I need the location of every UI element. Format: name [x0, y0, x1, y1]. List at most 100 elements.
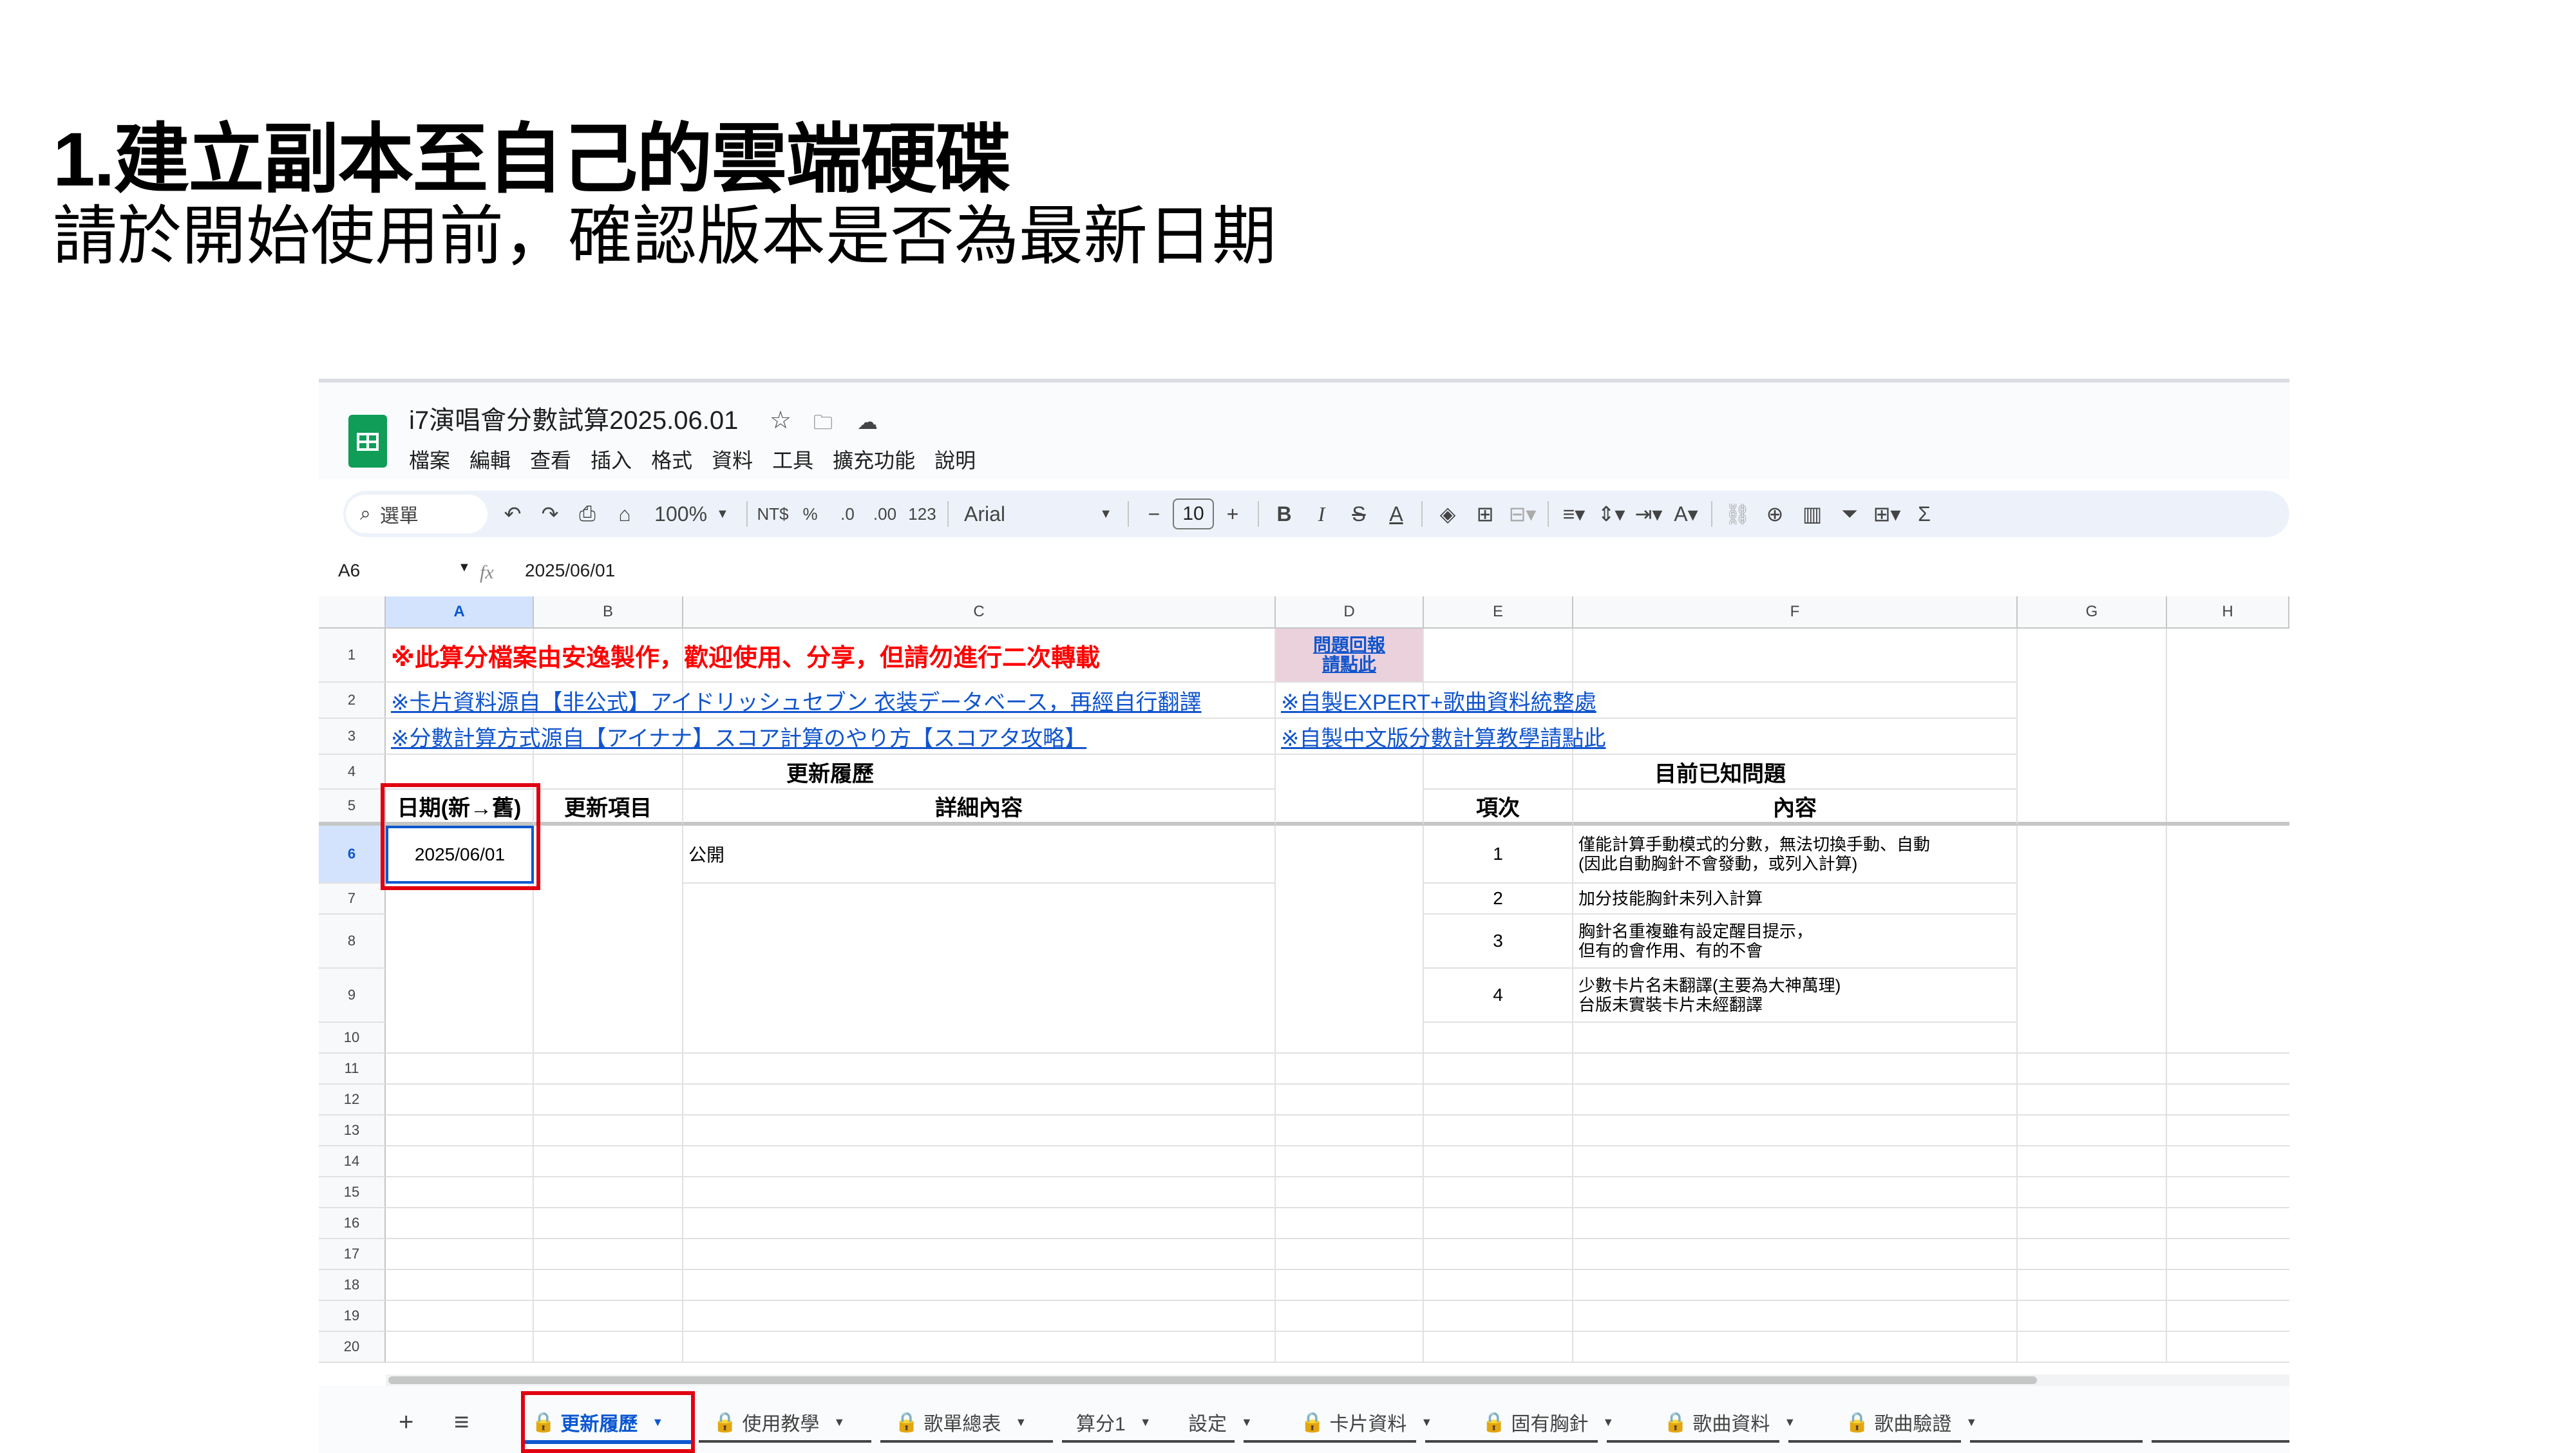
menu-help[interactable]: 說明: [934, 444, 976, 474]
sheet-tab-fixed-brooch[interactable]: 🔒 固有胸針 ▼: [1482, 1403, 1614, 1441]
column-header-b[interactable]: B: [534, 596, 683, 629]
move-folder-icon[interactable]: 🗀: [813, 410, 833, 437]
sheets-logo-icon[interactable]: [348, 415, 387, 468]
menu-insert[interactable]: 插入: [591, 444, 632, 474]
strikethrough-icon[interactable]: S: [1340, 495, 1378, 533]
menu-tools[interactable]: 工具: [772, 444, 813, 474]
horizontal-scrollbar[interactable]: [386, 1374, 2289, 1386]
row-header[interactable]: 1: [319, 629, 386, 683]
cell[interactable]: [1276, 790, 1424, 826]
sheet-tab-song-data[interactable]: 🔒 歌曲資料 ▼: [1663, 1403, 1795, 1441]
filter-icon[interactable]: ⏷: [1831, 495, 1868, 533]
row-header[interactable]: 10: [319, 1023, 386, 1054]
detail-column-header[interactable]: 詳細內容: [683, 790, 1276, 826]
menu-view[interactable]: 查看: [530, 444, 571, 474]
row-header[interactable]: 12: [319, 1085, 386, 1116]
decrease-font-size-icon[interactable]: −: [1135, 495, 1173, 533]
borders-icon[interactable]: ⊞: [1466, 495, 1504, 533]
menu-format[interactable]: 格式: [651, 444, 692, 474]
issue-text[interactable]: 加分技能胸針未列入計算: [1573, 884, 2018, 915]
bold-icon[interactable]: B: [1265, 495, 1303, 533]
document-title[interactable]: i7演唱會分數試算2025.06.01: [409, 404, 738, 437]
percent-format-button[interactable]: %: [791, 495, 829, 533]
row-header[interactable]: 17: [319, 1239, 386, 1270]
filter-views-icon[interactable]: ⊞▾: [1868, 495, 1906, 533]
cell-d3-tutorial-link[interactable]: ※自製中文版分數計算教學請點此: [1276, 719, 2018, 755]
insert-link-icon[interactable]: ⛓: [1719, 495, 1756, 533]
row-header[interactable]: 15: [319, 1177, 386, 1208]
issue-number[interactable]: 1: [1424, 826, 1573, 884]
row-header[interactable]: 13: [319, 1116, 386, 1146]
known-issues-header[interactable]: 目前已知問題: [1424, 755, 2018, 790]
sheet-tab-song-list[interactable]: 🔒 歌單總表 ▼: [895, 1403, 1027, 1441]
insert-chart-icon[interactable]: ▥: [1794, 495, 1831, 533]
horizontal-align-icon[interactable]: ≡▾: [1555, 495, 1593, 533]
functions-icon[interactable]: Σ: [1906, 495, 1943, 533]
row-header[interactable]: 4: [319, 755, 386, 790]
cell[interactable]: [1573, 629, 2018, 683]
zoom-select[interactable]: 100% ▼: [643, 495, 740, 533]
cell[interactable]: [1424, 629, 1573, 683]
redo-icon[interactable]: ↷: [531, 495, 569, 533]
increase-font-size-icon[interactable]: +: [1214, 495, 1251, 533]
cell-d1-feedback-link[interactable]: 問題回報 請點此: [1276, 629, 1424, 683]
name-box[interactable]: A6 ▼: [338, 560, 480, 581]
column-header-h[interactable]: H: [2167, 596, 2289, 629]
vertical-align-icon[interactable]: ⇕▾: [1593, 495, 1630, 533]
increase-decimal-button[interactable]: .00: [866, 495, 904, 533]
menu-search[interactable]: ⌕ 選單: [346, 495, 488, 533]
font-size-input[interactable]: 10: [1173, 499, 1214, 529]
column-header-e[interactable]: E: [1424, 596, 1573, 629]
cell-c6-detail[interactable]: 公開: [683, 826, 1276, 884]
issue-text[interactable]: 少數卡片名未翻譯(主要為大神萬理) 台版未實裝卡片未經翻譯: [1573, 969, 2018, 1023]
row-header[interactable]: 6: [319, 826, 386, 884]
star-icon[interactable]: ☆: [770, 407, 791, 434]
row-header[interactable]: 7: [319, 884, 386, 915]
sheet-tab-settings[interactable]: 設定 ▼: [1188, 1403, 1253, 1441]
menu-data[interactable]: 資料: [712, 444, 753, 474]
text-color-icon[interactable]: A: [1378, 495, 1415, 533]
print-icon[interactable]: ⎙: [569, 495, 606, 533]
row-header[interactable]: 5: [319, 790, 386, 826]
sheet-tab-song-verify[interactable]: 🔒 歌曲驗證 ▼: [1845, 1403, 1977, 1441]
row-header[interactable]: 11: [319, 1054, 386, 1085]
insert-comment-icon[interactable]: ⊕: [1756, 495, 1794, 533]
row-header[interactable]: 20: [319, 1332, 386, 1363]
row-header[interactable]: 16: [319, 1208, 386, 1239]
more-formats-button[interactable]: 123: [904, 495, 941, 533]
menu-file[interactable]: 檔案: [409, 444, 450, 474]
cloud-status-icon[interactable]: ☁: [857, 408, 878, 435]
row-header[interactable]: 3: [319, 719, 386, 755]
formula-input[interactable]: 2025/06/01: [525, 560, 615, 581]
select-all-corner[interactable]: [319, 596, 386, 629]
issue-number-column-header[interactable]: 項次: [1424, 790, 1573, 826]
issue-text[interactable]: 胸針名重複雖有設定醒目提示， 但有的會作用、有的不會: [1573, 915, 2018, 969]
column-header-f[interactable]: F: [1573, 596, 2018, 629]
undo-icon[interactable]: ↶: [494, 495, 531, 533]
row-header[interactable]: 8: [319, 915, 386, 969]
column-header-c[interactable]: C: [683, 596, 1276, 629]
column-header-a[interactable]: A: [386, 596, 534, 629]
text-rotation-icon[interactable]: A▾: [1667, 495, 1705, 533]
issue-content-column-header[interactable]: 內容: [1573, 790, 2018, 826]
issue-text[interactable]: 僅能計算手動模式的分數，無法切換手動、自動 (因此自動胸針不會發動，或列入計算): [1573, 826, 2018, 884]
cell-d2-expert-link[interactable]: ※自製EXPERT+歌曲資料統整處: [1276, 683, 2018, 719]
sheet-tab-score-1[interactable]: 算分1 ▼: [1076, 1403, 1151, 1441]
cell-a1-notice[interactable]: ※此算分檔案由安逸製作，歡迎使用、分享，但請勿進行二次轉載: [386, 629, 1276, 683]
cell-a2-card-source-link[interactable]: ※卡片資料源自【非公式】アイドリッシュセブン 衣装データベース，再經自行翻譯: [386, 683, 1276, 719]
issue-number[interactable]: 2: [1424, 884, 1573, 915]
menu-edit[interactable]: 編輯: [469, 444, 511, 474]
row-header[interactable]: 14: [319, 1146, 386, 1177]
column-header-g[interactable]: G: [2018, 596, 2167, 629]
row-header[interactable]: 9: [319, 969, 386, 1023]
add-sheet-icon[interactable]: +: [399, 1403, 413, 1441]
merge-cells-icon[interactable]: ⊟▾: [1504, 495, 1541, 533]
row-header[interactable]: 19: [319, 1301, 386, 1332]
row-header[interactable]: 18: [319, 1270, 386, 1301]
text-wrapping-icon[interactable]: ⇥▾: [1630, 495, 1667, 533]
fill-color-icon[interactable]: ◈: [1429, 495, 1466, 533]
row-header[interactable]: 2: [319, 683, 386, 719]
decrease-decimal-button[interactable]: .0: [829, 495, 866, 533]
column-header-d[interactable]: D: [1276, 596, 1424, 629]
currency-format-button[interactable]: NT$: [754, 495, 791, 533]
